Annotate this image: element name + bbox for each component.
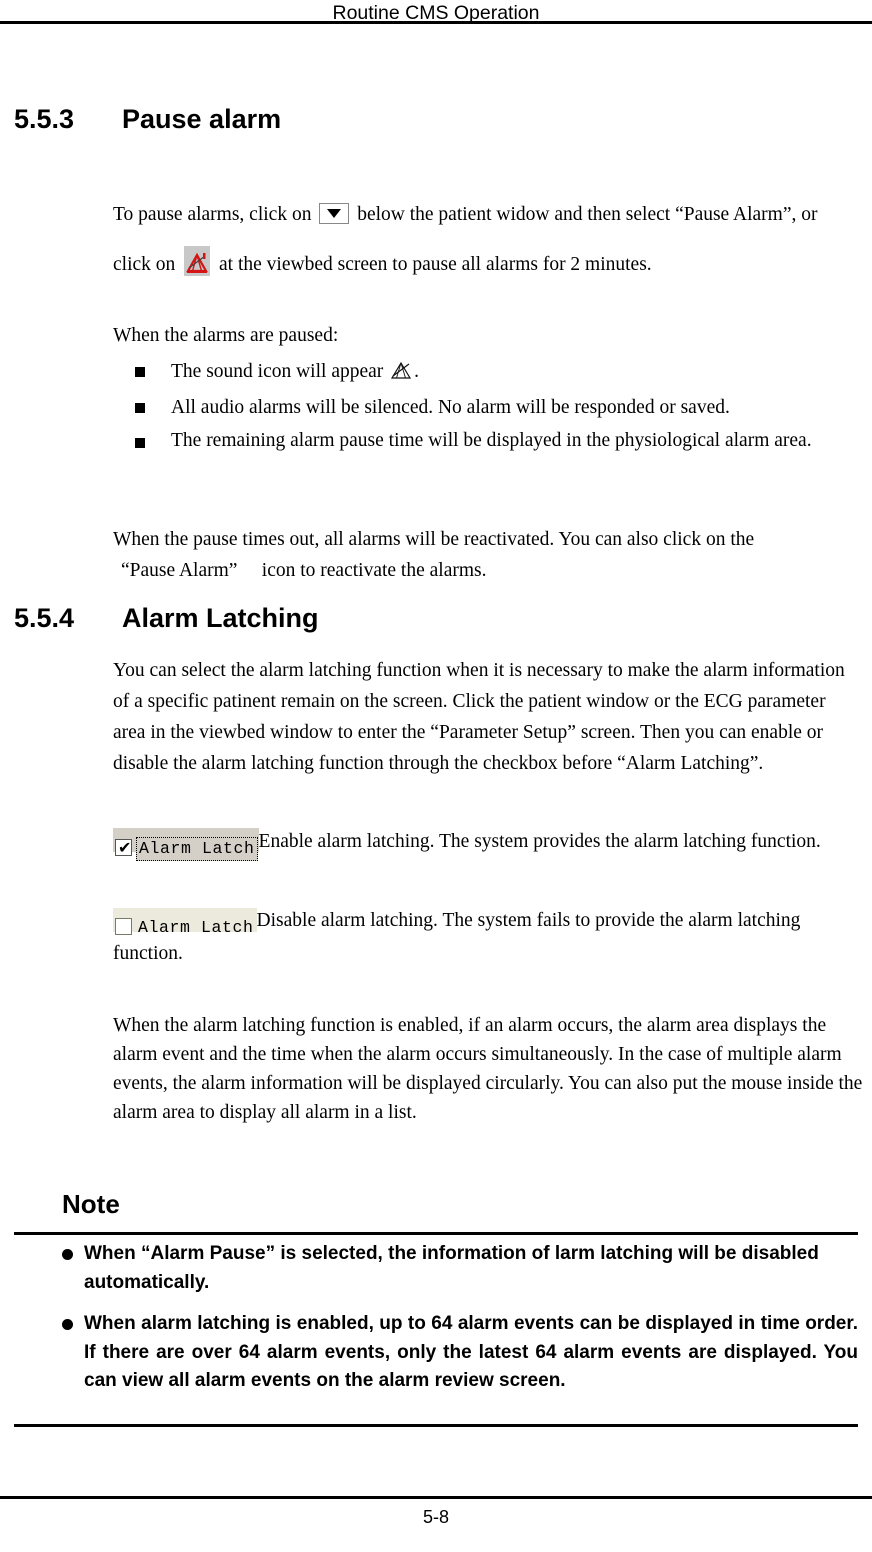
square-bullet-icon: [135, 367, 145, 377]
checkbox-box-checked[interactable]: ✔: [115, 839, 132, 856]
heading-text-alarm-latching: Alarm Latching: [122, 603, 319, 633]
heading-text-pause-alarm: Pause alarm: [122, 104, 282, 134]
round-bullet-icon: [62, 1249, 73, 1260]
page-number: 5-8: [422, 1507, 449, 1527]
note-list-item: When “Alarm Pause” is selected, the info…: [14, 1240, 858, 1297]
bullet-1-text-part1: The sound icon will appear: [171, 361, 384, 382]
sound-muted-icon: [390, 359, 412, 379]
note-item-2-text: When alarm latching is enabled, up to 64…: [84, 1313, 858, 1391]
square-bullet-icon: [135, 438, 145, 448]
alarm-latching-paragraph-2-text: When the alarm latching function is enab…: [113, 1015, 863, 1123]
checkmark-icon: ✔: [118, 838, 132, 857]
checkbox-box-unchecked[interactable]: [115, 918, 132, 935]
alarm-latch-enabled-description: Enable alarm latching. The system provid…: [258, 831, 821, 852]
list-item: All audio alarms will be silenced. No al…: [113, 392, 858, 425]
bullet-3-text: The remaining alarm pause time will be d…: [171, 430, 812, 451]
alarm-latch-checkbox-label: Alarm Latch: [136, 837, 258, 861]
alarms-paused-lead-text: When the alarms are paused:: [113, 325, 339, 346]
heading-alarm-latching: 5.5.4 Alarm Latching: [14, 601, 319, 635]
alarm-latch-checkbox-unchecked[interactable]: Alarm Latch: [113, 908, 257, 937]
alarms-paused-lead: When the alarms are paused:: [113, 320, 858, 353]
list-item: The remaining alarm pause time will be d…: [113, 427, 858, 454]
paused-behaviour-list: The sound icon will appear . All audio a…: [113, 356, 858, 457]
alarm-latching-paragraph-1-text: You can select the alarm latching functi…: [113, 660, 845, 774]
note-heading: Note: [62, 1189, 120, 1219]
alarm-latch-checkbox-checked[interactable]: ✔ Alarm Latch: [113, 828, 259, 861]
list-item: The sound icon will appear .: [113, 356, 858, 389]
page-header: Routine CMS Operation: [0, 0, 872, 28]
intro-text-part1: To pause alarms, click on: [113, 204, 312, 225]
alarm-latch-disabled-row: Alarm Latch Disable alarm latching. The …: [113, 904, 858, 970]
alarm-pause-icon[interactable]: [184, 246, 211, 276]
heading-pause-alarm: 5.5.3 Pause alarm: [14, 102, 281, 136]
round-bullet-icon: [62, 1319, 73, 1330]
intro-text-part3: at the viewbed screen to pause all alarm…: [219, 254, 652, 275]
alarm-latching-paragraph-2: When the alarm latching function is enab…: [113, 1011, 863, 1127]
note-list-item: When alarm latching is enabled, up to 64…: [14, 1310, 858, 1396]
pause-alarm-intro: To pause alarms, click on below the pati…: [113, 190, 858, 290]
pause-timeout-paragraph: When the pause times out, all alarms wil…: [113, 524, 861, 586]
square-bullet-icon: [135, 402, 145, 413]
heading-number-553: 5.5.3: [14, 104, 75, 134]
alarm-latching-paragraph-1: You can select the alarm latching functi…: [113, 655, 858, 779]
document-page: Routine CMS Operation 5.5.3 Pause alarm …: [0, 0, 872, 1552]
header-divider: [0, 21, 872, 24]
pause-timeout-line-1: When the pause times out, all alarms wil…: [113, 529, 755, 550]
pause-timeout-line-2: “Pause Alarm” icon to reactivate the ala…: [121, 560, 487, 581]
note-list: When “Alarm Pause” is selected, the info…: [14, 1240, 858, 1409]
note-bottom-divider: [14, 1424, 858, 1427]
note-top-divider: [14, 1232, 858, 1235]
alarm-latch-checkbox-label: Alarm Latch: [138, 918, 254, 937]
bullet-2-text: All audio alarms will be silenced. No al…: [171, 396, 730, 418]
heading-number-554: 5.5.4: [14, 603, 75, 633]
chevron-down-button-icon[interactable]: [319, 203, 350, 224]
footer-divider: [0, 1496, 872, 1499]
bullet-1-text-part2: .: [414, 361, 420, 382]
note-item-1-text: When “Alarm Pause” is selected, the info…: [84, 1243, 819, 1293]
alarm-latch-enabled-row: ✔ Alarm Latch Enable alarm latching. The …: [113, 824, 858, 861]
